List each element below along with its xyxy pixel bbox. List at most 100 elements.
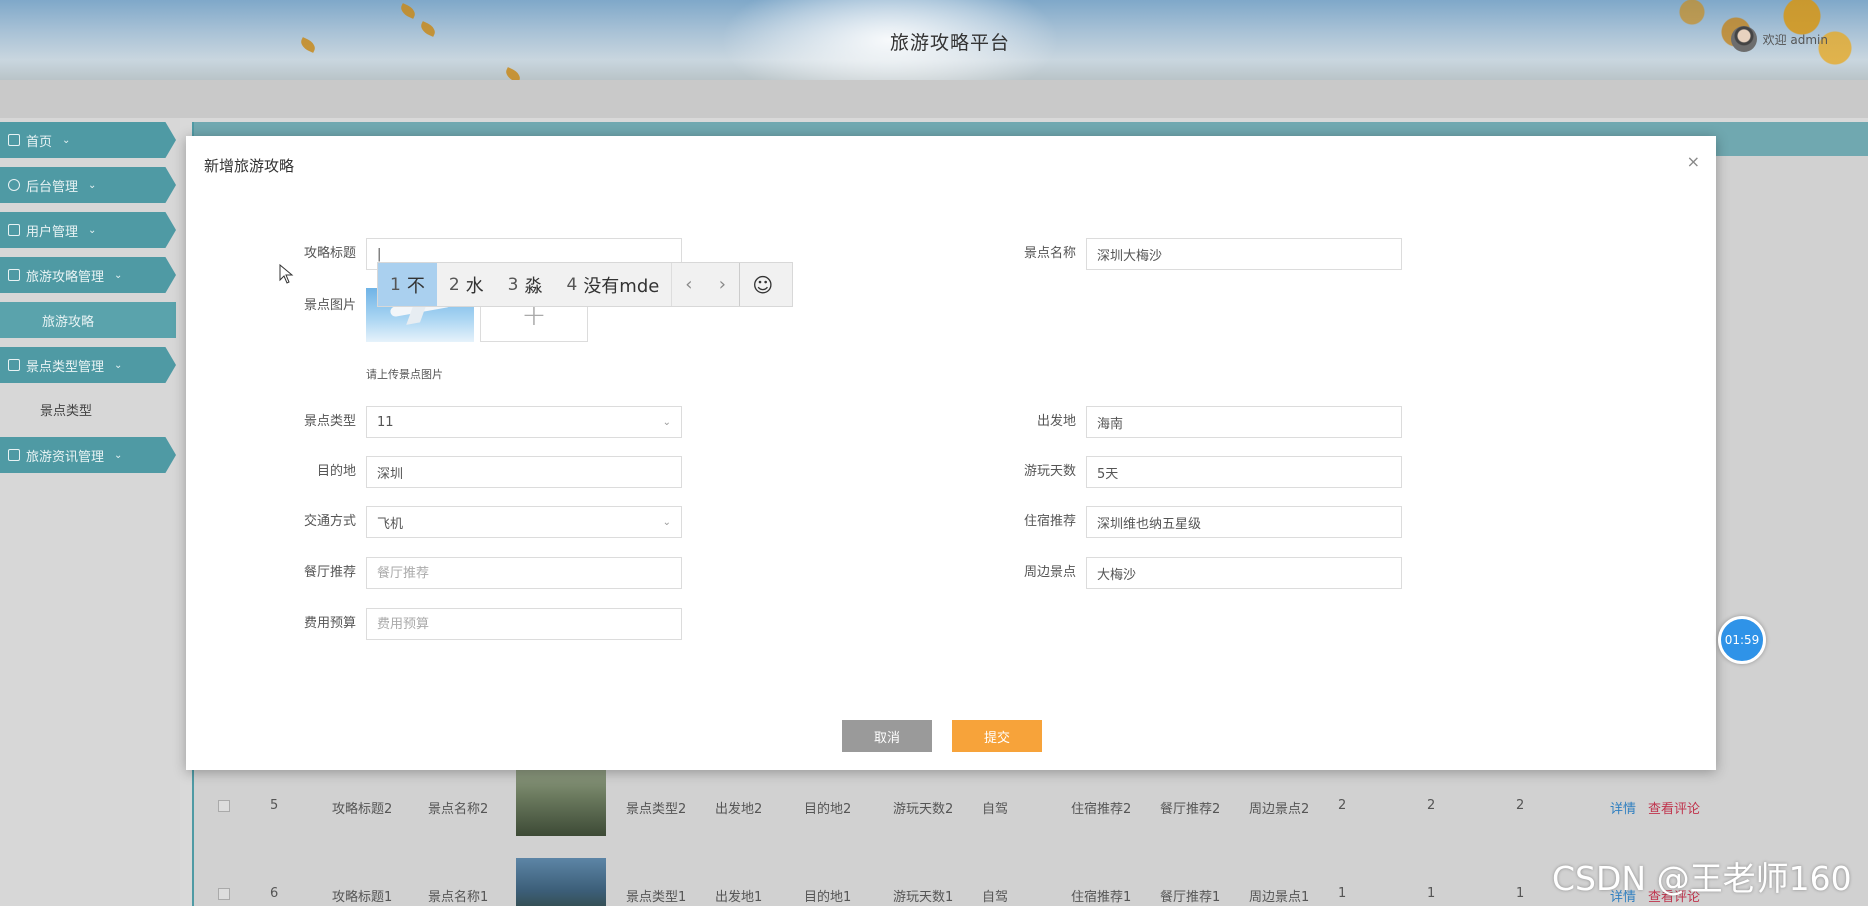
row-hotel: 住宿推荐2: [1071, 802, 1132, 817]
hotel-input[interactable]: 深圳维也纳五星级: [1086, 506, 1402, 538]
row-scenic-name: 景点名称2: [428, 802, 489, 817]
row-transport: 自驾: [982, 802, 1009, 817]
row-count: 2: [1516, 798, 1525, 813]
user-icon: [8, 224, 20, 236]
image-label: 景点图片: [303, 298, 356, 313]
row-number: 6: [270, 886, 279, 901]
ime-candidate-text: 淼: [524, 275, 543, 297]
app-title: 旅游攻略平台: [889, 32, 1010, 54]
row-thumbnail: [516, 770, 606, 836]
header-strip: [0, 80, 1868, 118]
chevron-down-icon: ⌄: [114, 359, 123, 371]
image-upload-hint: 请上传景点图片: [366, 368, 443, 381]
days-label: 游玩天数: [1023, 464, 1076, 479]
user-menu[interactable]: 欢迎 admin: [1730, 26, 1828, 52]
ime-candidate-text: 水: [465, 275, 484, 297]
scenic-type-value: 11: [377, 414, 394, 430]
sidebar-item-admin[interactable]: 后台管理 ⌄: [0, 167, 176, 203]
sidebar-item-home[interactable]: 首页 ⌄: [0, 122, 176, 158]
welcome-text: 欢迎 admin: [1762, 32, 1828, 47]
departure-label: 出发地: [1036, 414, 1076, 429]
type-icon: [8, 359, 20, 371]
ime-candidate[interactable]: 4 没有mde: [554, 263, 671, 306]
detail-link[interactable]: 详情: [1610, 798, 1636, 817]
chevron-down-icon: ⌄: [114, 449, 123, 461]
restaurant-input[interactable]: [366, 557, 682, 589]
ime-candidate[interactable]: 2 水: [437, 263, 496, 306]
row-days: 游玩天数1: [893, 890, 954, 905]
transport-value: 飞机: [377, 516, 404, 532]
view-comments-link[interactable]: 查看评论: [1648, 798, 1700, 817]
destination-input[interactable]: 深圳: [366, 456, 682, 488]
row-type: 景点类型1: [626, 890, 687, 905]
emoji-icon[interactable]: ☺: [739, 263, 785, 306]
sidebar-item-label: 旅游资讯管理: [26, 449, 105, 465]
row-nearby: 周边景点2: [1249, 802, 1310, 817]
row-title: 攻略标题2: [332, 802, 393, 817]
nearby-input[interactable]: 大梅沙: [1086, 557, 1402, 589]
cancel-button[interactable]: 取消: [842, 720, 932, 752]
leaf-decoration: [398, 3, 418, 19]
restaurant-label: 餐厅推荐: [303, 565, 356, 580]
row-restaurant: 餐厅推荐2: [1160, 802, 1221, 817]
row-checkbox[interactable]: [218, 888, 230, 900]
sidebar-item-label: 用户管理: [26, 224, 79, 240]
submit-button[interactable]: 提交: [952, 720, 1042, 752]
chevron-down-icon: ⌄: [662, 416, 671, 428]
scenic-type-select[interactable]: 11 ⌄: [366, 406, 682, 438]
ime-candidate[interactable]: 3 淼: [496, 263, 555, 306]
ime-candidate-index: 1: [390, 274, 401, 295]
row-number: 5: [270, 798, 279, 813]
budget-label: 费用预算: [303, 616, 356, 631]
row-type: 景点类型2: [626, 802, 687, 817]
chevron-down-icon: ⌄: [62, 134, 71, 146]
sidebar-subitem-scenic-types[interactable]: 景点类型: [40, 400, 92, 419]
chevron-right-icon[interactable]: ›: [705, 263, 739, 306]
table-row: 5 攻略标题2 景点名称2 景点类型2 出发地2 目的地2 游玩天数2 自驾 住…: [194, 770, 1854, 850]
ime-candidate-index: 4: [566, 274, 578, 295]
chevron-left-icon[interactable]: ‹: [671, 263, 705, 306]
chevron-down-icon: ⌄: [662, 516, 671, 528]
sidebar-item-guides[interactable]: 旅游攻略管理 ⌄: [0, 257, 176, 293]
sidebar-item-label: 景点类型管理: [26, 359, 105, 375]
sidebar: 首页 ⌄ 后台管理 ⌄ 用户管理 ⌄ 旅游攻略管理 ⌄ 旅游攻略 景点类型管理 …: [0, 118, 180, 906]
row-checkbox[interactable]: [218, 800, 230, 812]
row-destination: 目的地1: [804, 890, 852, 905]
transport-select[interactable]: 飞机 ⌄: [366, 506, 682, 538]
app-header: 旅游攻略平台 欢迎 admin: [0, 0, 1868, 110]
budget-input[interactable]: [366, 608, 682, 640]
row-count: 2: [1338, 798, 1347, 813]
row-destination: 目的地2: [804, 802, 852, 817]
ime-candidate-bar: 1 不 2 水 3 淼 4 没有mde ‹ › ☺: [377, 262, 793, 307]
sidebar-subitem-guides[interactable]: 旅游攻略: [0, 302, 176, 338]
sidebar-item-users[interactable]: 用户管理 ⌄: [0, 212, 176, 248]
departure-input[interactable]: 海南: [1086, 406, 1402, 438]
sidebar-item-scenic-types[interactable]: 景点类型管理 ⌄: [0, 347, 176, 383]
ime-candidate-text: 不: [406, 275, 425, 297]
transport-label: 交通方式: [303, 514, 356, 529]
row-thumbnail: [516, 858, 606, 906]
row-nearby: 周边景点1: [1249, 890, 1310, 905]
row-transport: 自驾: [982, 890, 1009, 905]
guide-icon: [8, 269, 20, 281]
chevron-down-icon: ⌄: [114, 269, 123, 281]
ime-candidate-text: 没有mde: [583, 275, 660, 297]
days-input[interactable]: 5天: [1086, 456, 1402, 488]
title-label: 攻略标题: [303, 246, 356, 261]
hotel-label: 住宿推荐: [1023, 514, 1076, 529]
ime-candidate[interactable]: 1 不: [378, 263, 437, 306]
scenic-name-input[interactable]: 深圳大梅沙: [1086, 238, 1402, 270]
destination-label: 目的地: [316, 464, 356, 479]
dialog-title: 新增旅游攻略: [204, 157, 295, 175]
close-icon[interactable]: ×: [1687, 152, 1700, 171]
sidebar-item-news[interactable]: 旅游资讯管理 ⌄: [0, 437, 176, 473]
chevron-down-icon: ⌄: [88, 224, 97, 236]
scenic-type-label: 景点类型: [303, 414, 356, 429]
row-count: 2: [1427, 798, 1436, 813]
news-icon: [8, 449, 20, 461]
watermark: CSDN @王老师160: [1552, 859, 1852, 898]
timer-badge[interactable]: 01:59: [1718, 616, 1766, 664]
ime-candidate-index: 2: [448, 274, 460, 295]
row-restaurant: 餐厅推荐1: [1160, 890, 1221, 905]
add-guide-dialog: 新增旅游攻略 × 攻略标题 | 景点图片 + 请上传景点图片 景点类型 11 ⌄…: [186, 136, 1716, 770]
